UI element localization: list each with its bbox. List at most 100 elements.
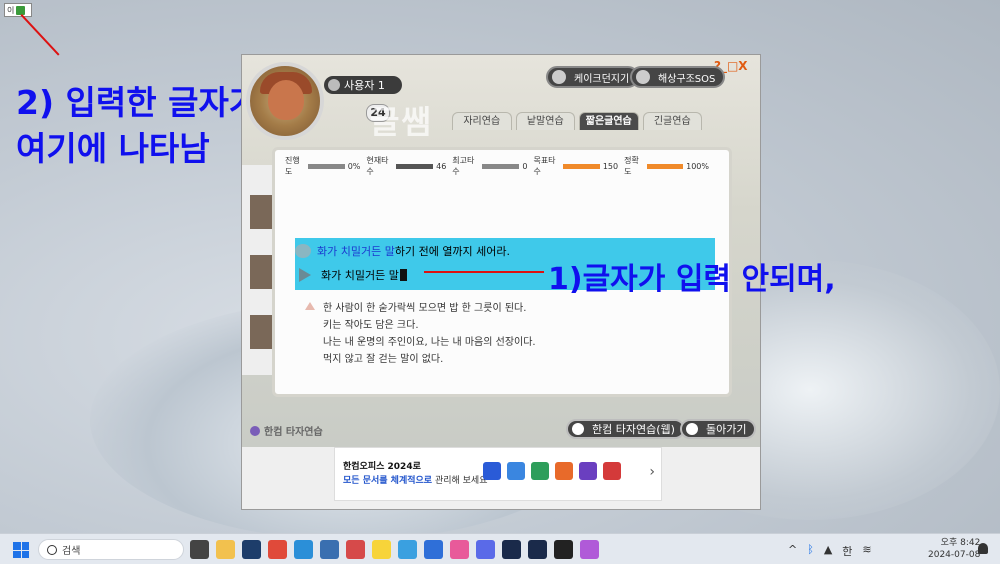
upcoming-line: 먹지 않고 잘 걷는 말이 없다. — [323, 354, 444, 365]
annotation-note1: 1)글자가 입력 안되며, — [548, 262, 836, 297]
avatar — [246, 62, 324, 140]
speech-bubble-icon — [295, 244, 311, 258]
word-icon — [579, 462, 597, 480]
photoshop-icon[interactable] — [528, 540, 547, 559]
tab-words[interactable]: 낱말연습 — [515, 112, 575, 130]
hancom-logo-text: 한컴 타자연습 — [264, 427, 323, 438]
hancom-typing-icon[interactable] — [580, 540, 599, 559]
upcoming-icon — [305, 302, 315, 310]
input-language[interactable]: 한 — [842, 543, 852, 559]
promo-title: 한컴오피스 2024로 — [343, 462, 421, 472]
app-icon[interactable] — [242, 540, 261, 559]
stats-bar: 진행도 0% 현재타수 46 최고타수 0 목표타수 150 정확도 100% — [285, 156, 709, 176]
user-name-pill[interactable]: 사용자 1 — [324, 76, 402, 94]
avatar-face-icon — [268, 80, 304, 120]
file-explorer-icon[interactable] — [216, 540, 235, 559]
taskbar-search[interactable]: 검색 — [38, 539, 184, 560]
bluetooth-icon[interactable]: ᛒ — [807, 543, 814, 559]
target-speed-meter — [563, 163, 600, 169]
sticky-notes-icon[interactable] — [554, 540, 573, 559]
stat-progress: 진행도 0% — [285, 155, 360, 177]
stat-target-label: 목표타수 — [533, 156, 556, 176]
web-version-label: 한컴 타자연습(웹) — [592, 423, 675, 436]
pdf-icon — [603, 462, 621, 480]
accuracy-meter — [647, 163, 684, 169]
discord-icon[interactable] — [476, 540, 495, 559]
edge-icon[interactable] — [294, 540, 313, 559]
hancom-logo-icon — [250, 425, 260, 436]
photoshop-icon[interactable] — [502, 540, 521, 559]
stat-current-speed: 현재타수 46 — [366, 155, 446, 177]
notification-bell-icon[interactable] — [978, 543, 988, 554]
best-speed-meter — [482, 163, 520, 169]
promo-subtitle: 모든 문서를 체계적으로 관리해 보세요 — [343, 473, 487, 486]
wifi-icon[interactable]: ≋ — [862, 543, 871, 559]
show-icon — [555, 462, 573, 480]
promo-sub-highlight: 모든 문서를 체계적으로 — [343, 476, 433, 486]
tray-chevron-icon[interactable]: ^ — [788, 543, 797, 559]
search-placeholder: 검색 — [62, 546, 81, 557]
start-icon[interactable] — [13, 542, 29, 558]
promo-sub-rest: 관리해 보세요 — [432, 476, 488, 486]
upcoming-line: 키는 작아도 담은 크다. — [323, 320, 419, 331]
clock[interactable]: 오후 8:42 2024-07-08 — [928, 537, 980, 561]
stat-best-value: 0 — [522, 161, 528, 171]
annotation-line2: 여기에 나타남 — [16, 129, 210, 168]
stat-progress-value: 0% — [347, 161, 361, 171]
taskbar-apps — [190, 540, 599, 559]
docs-icon — [483, 462, 501, 480]
web-version-button[interactable]: 한컴 타자연습(웹) — [566, 419, 685, 439]
promo-banner[interactable]: 한컴오피스 2024로 모든 문서를 체계적으로 관리해 보세요 › — [334, 447, 662, 501]
stat-best-label: 최고타수 — [452, 156, 475, 176]
stat-best-speed: 최고타수 0 — [452, 155, 527, 177]
input-arrow-icon — [299, 268, 311, 282]
snipping-icon[interactable] — [346, 540, 365, 559]
upcoming-sentences: 한 사람이 한 숟가락씩 모으면 밥 한 그릇이 된다. 키는 작아도 담은 크… — [323, 300, 536, 368]
cake-game-button[interactable]: 케이크던지기 — [546, 66, 640, 88]
brand-watermark: 글쌤 — [370, 103, 433, 141]
stat-current-label: 현재타수 — [366, 156, 389, 176]
tab-long-text[interactable]: 긴글연습 — [642, 112, 702, 130]
annotation-arrow-top — [20, 14, 60, 56]
tray-app-icon[interactable]: ▲ — [824, 543, 832, 559]
typing-input[interactable]: 화가 치밀거든 말 — [321, 267, 399, 283]
writer-icon — [507, 462, 525, 480]
sea-rescue-button[interactable]: 해상구조SOS — [630, 66, 726, 88]
system-tray: ^ ᛒ ▲ 한 ≋ — [788, 543, 872, 559]
user-name: 사용자 1 — [344, 79, 385, 92]
lifebuoy-icon — [636, 70, 650, 84]
kakaotalk-icon[interactable] — [372, 540, 391, 559]
target-typed-part: 화가 치밀거든 말 — [317, 245, 395, 258]
promo-next-icon[interactable]: › — [649, 464, 655, 480]
power-icon — [572, 423, 584, 435]
tab-key-position[interactable]: 자리연습 — [452, 112, 512, 130]
clock-time: 오후 8:42 — [940, 538, 981, 548]
stat-accuracy: 정확도 100% — [624, 155, 709, 177]
upcoming-line: 한 사람이 한 숟가락씩 모으면 밥 한 그릇이 된다. — [323, 303, 527, 314]
user-icon — [328, 79, 340, 91]
back-label: 돌아가기 — [706, 423, 747, 436]
back-button[interactable]: 돌아가기 — [680, 419, 757, 439]
ime-indicator[interactable]: 이 — [4, 3, 32, 17]
app-icon[interactable] — [320, 540, 339, 559]
current-speed-meter — [396, 163, 434, 169]
target-sentence: 화가 치밀거든 말하기 전에 열까지 세어라. — [317, 243, 510, 259]
text-caret — [399, 269, 407, 281]
annotation-arrow — [424, 271, 544, 273]
ime-char: 이 — [7, 5, 15, 15]
back-arrow-icon — [686, 423, 698, 435]
calc-icon — [531, 462, 549, 480]
app-icon[interactable] — [450, 540, 469, 559]
app-icon[interactable] — [424, 540, 443, 559]
tab-short-text[interactable]: 짧은글연습 — [579, 112, 639, 130]
stat-current-value: 46 — [436, 161, 447, 171]
chrome-icon[interactable] — [268, 540, 287, 559]
search-icon — [47, 544, 57, 555]
stat-target-value: 150 — [602, 161, 619, 171]
taskview-icon[interactable] — [190, 540, 209, 559]
clock-date: 2024-07-08 — [928, 550, 981, 560]
upcoming-line: 나는 내 운명의 주인이요, 나는 내 마음의 선장이다. — [323, 337, 536, 348]
hancom-logo: 한컴 타자연습 — [250, 423, 323, 438]
stat-accuracy-value: 100% — [686, 161, 709, 171]
notepad-icon[interactable] — [398, 540, 417, 559]
